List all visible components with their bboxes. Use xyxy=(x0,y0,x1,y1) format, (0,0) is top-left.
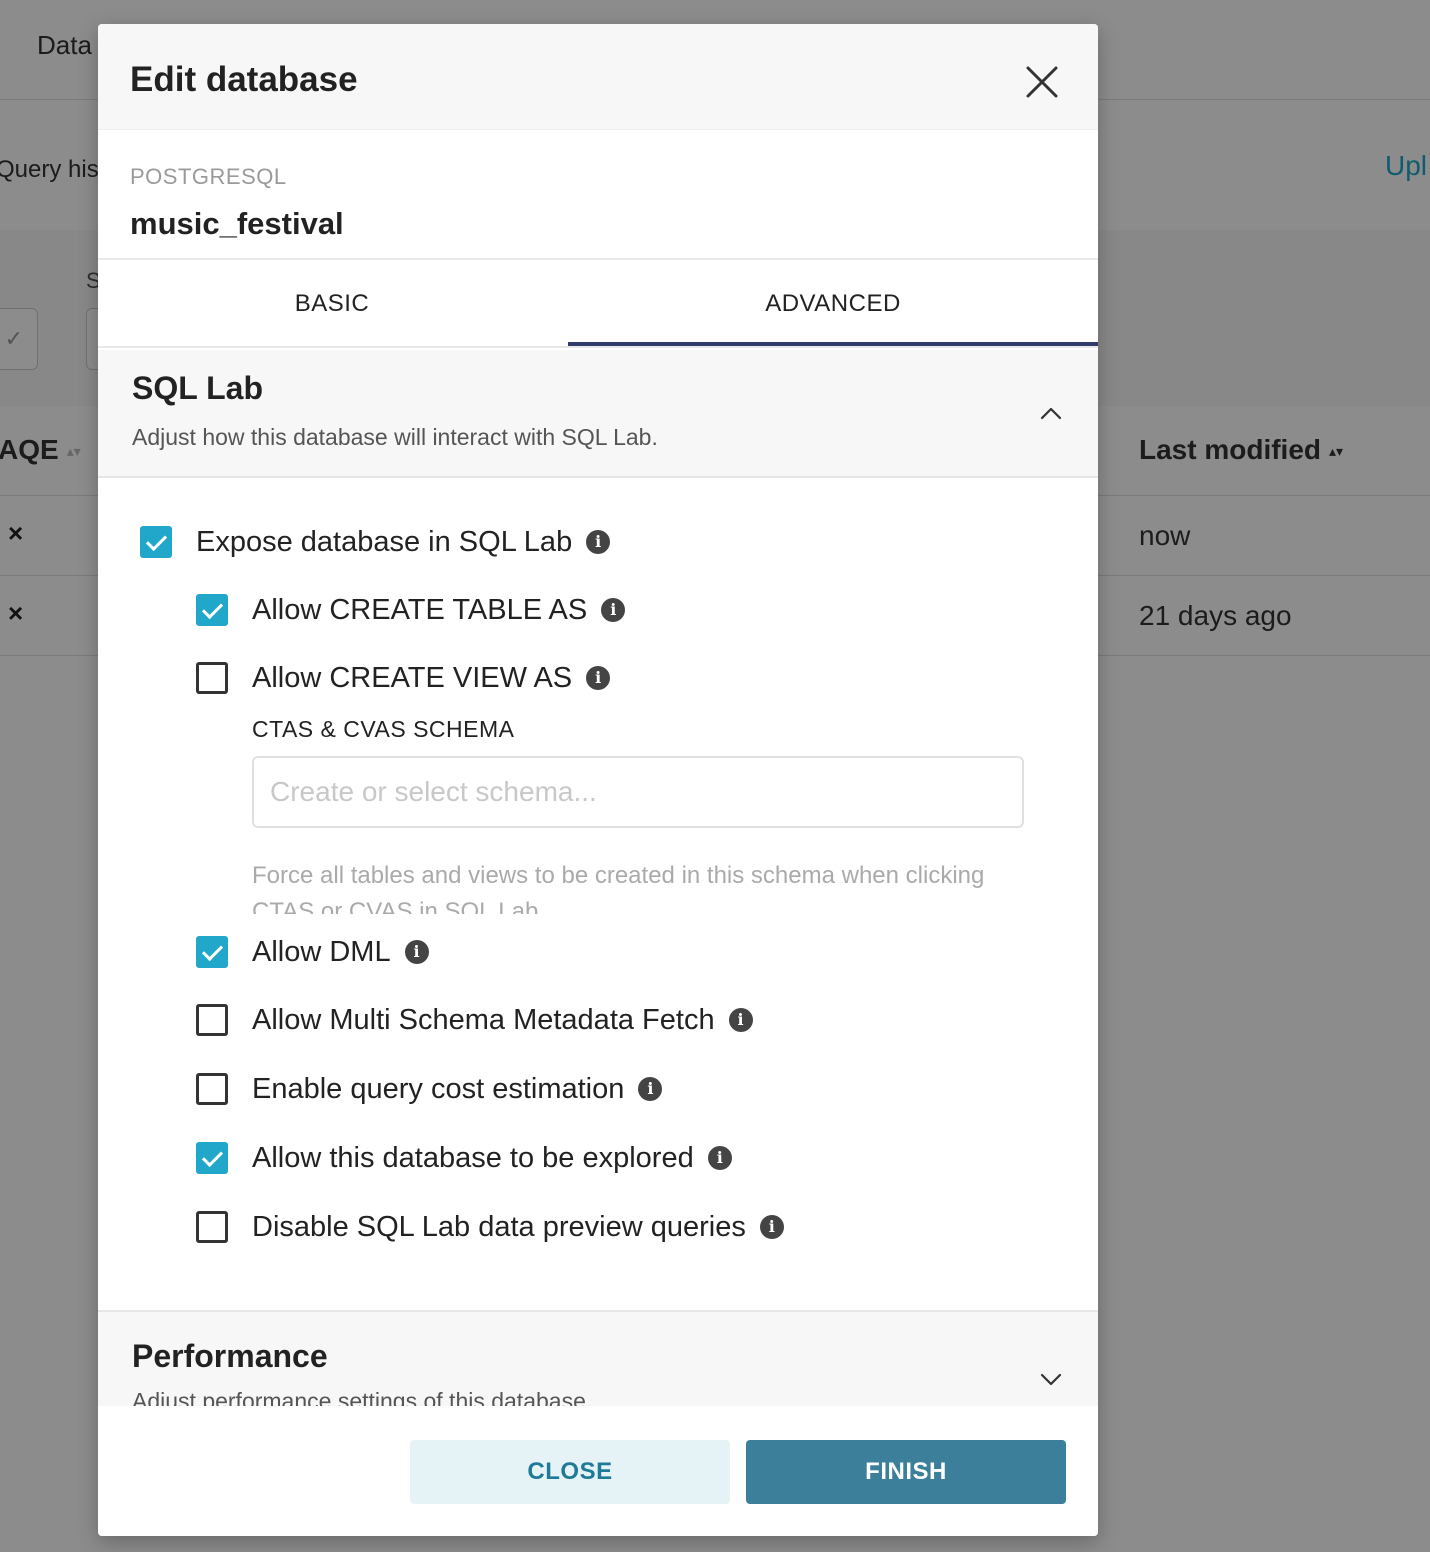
advanced-settings-scroll[interactable]: SQL Lab Adjust how this database will in… xyxy=(98,350,1098,1406)
option-label: Allow CREATE TABLE AS xyxy=(252,593,588,626)
option-allow-dml[interactable]: Allow DML i xyxy=(196,932,429,972)
info-icon[interactable]: i xyxy=(638,1077,663,1101)
panel-title: Performance xyxy=(132,1338,328,1374)
checkbox[interactable] xyxy=(196,662,228,694)
sql-lab-panel-body: Expose database in SQL Lab i Allow CREAT… xyxy=(98,478,1098,1312)
option-multi-schema-fetch[interactable]: Allow Multi Schema Metadata Fetch i xyxy=(196,1000,753,1040)
tab-advanced[interactable]: ADVANCED xyxy=(568,262,1098,348)
checkbox[interactable] xyxy=(196,1004,228,1036)
database-name: music_festival xyxy=(130,206,344,241)
database-engine: POSTGRESQL xyxy=(130,164,287,189)
checkbox[interactable] xyxy=(140,526,172,558)
panel-description: Adjust performance settings of this data… xyxy=(132,1388,593,1406)
edit-database-modal: Edit database POSTGRESQL music_festival … xyxy=(98,24,1098,1536)
info-icon[interactable]: i xyxy=(586,530,611,554)
modal-header: Edit database xyxy=(98,24,1098,130)
close-icon[interactable] xyxy=(1022,62,1062,102)
chevron-up-icon[interactable] xyxy=(1036,398,1066,428)
option-allow-cvas[interactable]: Allow CREATE VIEW AS i xyxy=(196,658,611,698)
modal-tabs: BASIC ADVANCED xyxy=(98,262,1098,348)
option-label: Disable SQL Lab data preview queries xyxy=(252,1210,746,1243)
info-icon[interactable]: i xyxy=(404,940,429,964)
checkbox[interactable] xyxy=(196,936,228,968)
checkbox[interactable] xyxy=(196,1073,228,1105)
database-info: POSTGRESQL music_festival xyxy=(98,130,1098,260)
option-expose-in-sql-lab[interactable]: Expose database in SQL Lab i xyxy=(140,522,611,562)
close-button[interactable]: CLOSE xyxy=(410,1440,730,1504)
performance-panel-header[interactable]: Performance Adjust performance settings … xyxy=(98,1312,1098,1406)
option-allow-ctas[interactable]: Allow CREATE TABLE AS i xyxy=(196,590,626,630)
modal-footer: CLOSE FINISH xyxy=(98,1406,1098,1536)
panel-title: SQL Lab xyxy=(132,370,263,406)
info-icon[interactable]: i xyxy=(759,1215,784,1239)
checkbox[interactable] xyxy=(196,594,228,626)
info-icon[interactable]: i xyxy=(728,1008,753,1032)
active-tab-indicator xyxy=(568,342,1098,346)
tab-basic[interactable]: BASIC xyxy=(98,262,566,348)
checkbox[interactable] xyxy=(196,1142,228,1174)
info-icon[interactable]: i xyxy=(707,1146,732,1170)
option-label: Enable query cost estimation xyxy=(252,1072,625,1105)
option-label: Allow this database to be explored xyxy=(252,1141,694,1174)
checkbox[interactable] xyxy=(196,1211,228,1243)
option-label: Allow Multi Schema Metadata Fetch xyxy=(252,1003,715,1036)
modal-title: Edit database xyxy=(130,60,358,99)
sql-lab-panel-header[interactable]: SQL Lab Adjust how this database will in… xyxy=(98,350,1098,478)
panel-description: Adjust how this database will interact w… xyxy=(132,424,658,450)
schema-help-text: Force all tables and views to be created… xyxy=(252,862,985,914)
option-label: Allow DML xyxy=(252,935,391,968)
option-disable-data-preview[interactable]: Disable SQL Lab data preview queries i xyxy=(196,1207,784,1247)
chevron-down-icon[interactable] xyxy=(1036,1364,1066,1394)
finish-button[interactable]: FINISH xyxy=(746,1440,1066,1504)
schema-field-label: CTAS & CVAS SCHEMA xyxy=(252,716,515,742)
info-icon[interactable]: i xyxy=(601,598,626,622)
option-label: Expose database in SQL Lab xyxy=(196,525,573,558)
option-cost-estimation[interactable]: Enable query cost estimation i xyxy=(196,1069,663,1109)
option-label: Allow CREATE VIEW AS xyxy=(252,661,573,694)
schema-input[interactable] xyxy=(252,756,1024,828)
info-icon[interactable]: i xyxy=(586,666,611,690)
option-allow-explore[interactable]: Allow this database to be explored i xyxy=(196,1138,732,1178)
